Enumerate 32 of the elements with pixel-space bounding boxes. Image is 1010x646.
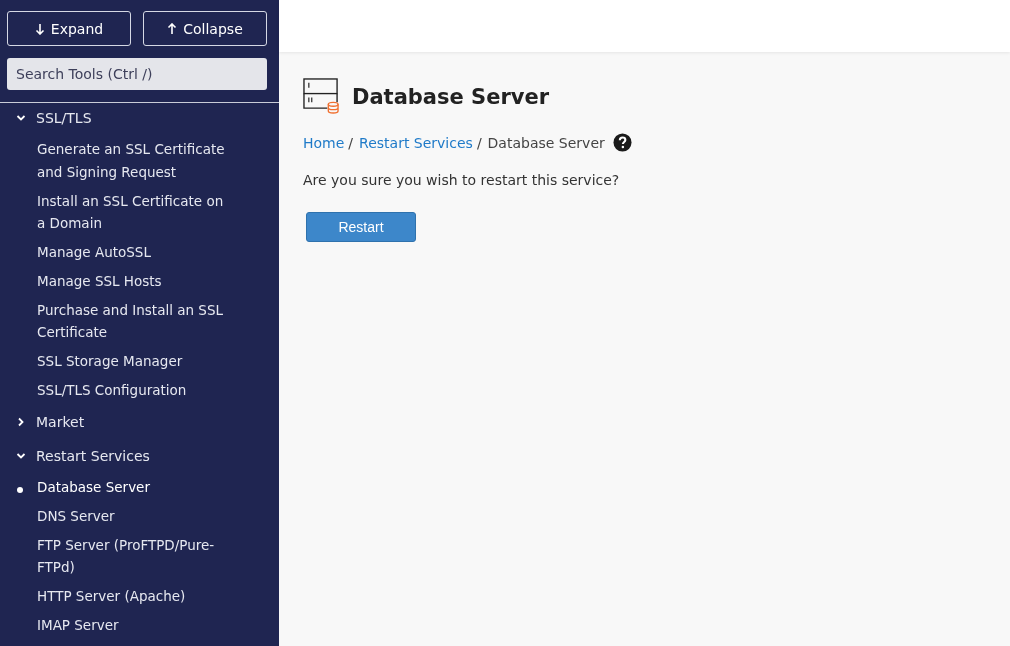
tree-group[interactable]: Market <box>0 404 279 439</box>
chevron-down-icon <box>16 113 26 123</box>
help-icon[interactable] <box>612 133 632 152</box>
sidebar-item[interactable]: Manage AutoSSL <box>37 240 229 264</box>
database-server-icon <box>303 78 340 115</box>
sidebar-item[interactable]: SSL Storage Manager <box>37 350 229 373</box>
sidebar-item[interactable]: Purchase and Install an SSL Certificate <box>37 298 229 344</box>
sidebar-item[interactable]: SSL/TLS Configuration <box>37 378 229 402</box>
down-arrow-icon <box>34 22 45 35</box>
up-arrow-icon <box>167 22 178 35</box>
sidebar-item[interactable]: FTP Server (ProFTPD/Pure-FTPd) <box>37 533 229 579</box>
sidebar-item[interactable]: HTTP Server (Apache) <box>37 584 229 608</box>
sidebar-item[interactable]: DNS Server <box>37 504 229 528</box>
restart-button[interactable]: Restart <box>306 212 416 242</box>
search-field[interactable]: Search Tools (Ctrl /) <box>7 58 267 90</box>
sidebar-item[interactable]: Install an SSL Certificate on a Domain <box>37 189 229 235</box>
chevron-right-icon <box>16 416 26 427</box>
sidebar-item[interactable]: IMAP Server <box>37 613 229 637</box>
sidebar-item[interactable]: Manage SSL Hosts <box>37 269 229 293</box>
confirm-message: Are you sure you wish to restart this service? <box>303 172 621 188</box>
breadcrumb-separator: / <box>348 134 354 151</box>
sidebar-item[interactable]: Generate an SSL Certificate and Signing Request <box>37 138 229 184</box>
tree-group[interactable]: Restart Services <box>0 438 279 473</box>
page-title: Database Server <box>352 84 550 109</box>
breadcrumb-link[interactable]: Restart Services <box>359 134 473 151</box>
sidebar-item[interactable]: Database Server <box>37 475 229 499</box>
sidebar-button[interactable]: Collapse <box>143 11 267 46</box>
breadcrumb-link[interactable]: Home <box>303 134 345 151</box>
sidebar-button[interactable]: Expand <box>7 11 131 46</box>
breadcrumb-separator: / <box>476 134 482 151</box>
breadcrumb-current: Database Server <box>487 134 605 151</box>
tree-group[interactable]: SSL/TLS <box>0 103 279 135</box>
